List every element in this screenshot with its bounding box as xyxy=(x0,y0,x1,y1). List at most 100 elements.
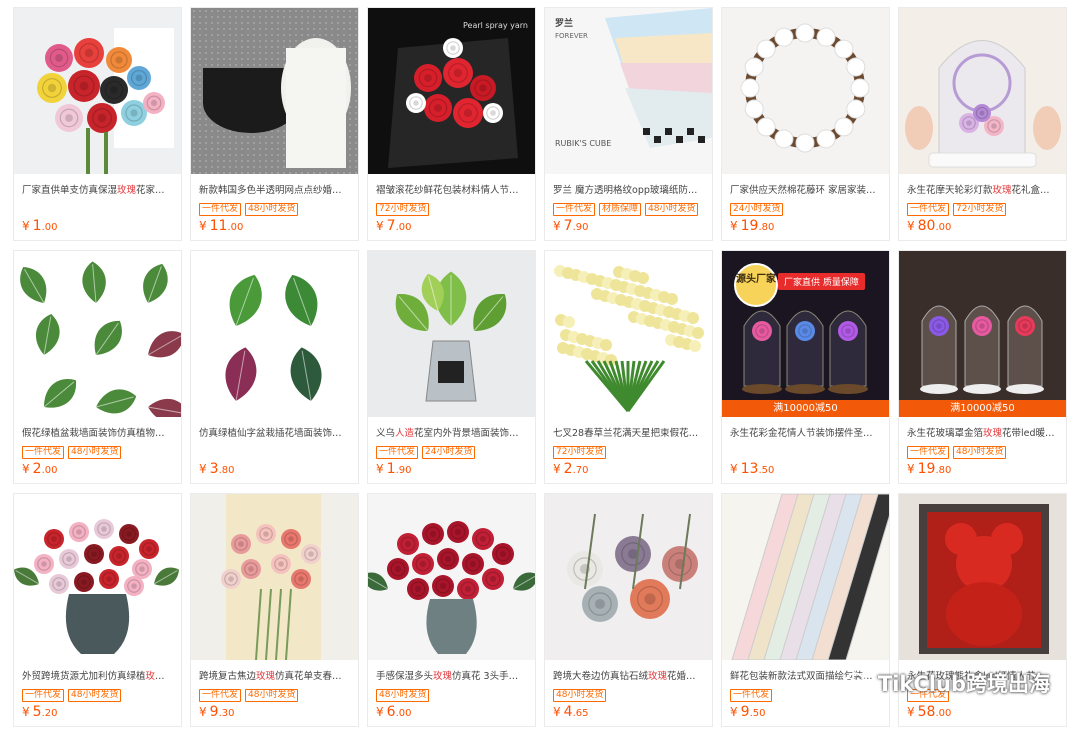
product-title[interactable]: 义乌人造花室内外背景墙面装饰植物... xyxy=(376,427,527,440)
currency-symbol: ¥ xyxy=(907,705,915,719)
product-title[interactable]: 新款韩国多色半透明网点点纱婚庆鲜... xyxy=(199,184,350,197)
product-image[interactable] xyxy=(191,494,358,660)
price-integer: 2 xyxy=(32,461,42,477)
product-price: ¥3.80 xyxy=(199,461,234,477)
product-title[interactable]: 永生花摩天轮彩灯款玫瑰花礼盒情人... xyxy=(907,184,1058,197)
product-title-segment: 假花绿植盆栽墙面装饰仿真植物叶子... xyxy=(22,428,173,439)
product-image[interactable]: Pearl spray yarn xyxy=(368,8,535,174)
product-title-segment: 七叉28春草兰花满天星把束假花花... xyxy=(553,428,704,439)
product-title[interactable]: 跨境复古焦边玫瑰仿真花单支春色系... xyxy=(199,670,350,683)
product-title[interactable]: 厂家直供单支仿真保湿玫瑰花家居装... xyxy=(22,184,173,197)
product-card[interactable]: 手感保湿多头玫瑰仿真花 3头手感玫...48小时发货¥6.00 xyxy=(367,493,536,727)
product-image[interactable] xyxy=(14,494,181,660)
product-title[interactable]: 褶皱滚花纱鲜花包装材料情人节韩式... xyxy=(376,184,527,197)
product-card[interactable]: 源头厂家 厂家直供 质量保障 满10000减50 永生花彩金花情人节装饰摆件圣诞节..… xyxy=(721,250,890,484)
product-title[interactable]: 永生花玻璃罩金箔玫瑰花带led暖灯... xyxy=(907,427,1058,440)
service-tag: 一件代发 xyxy=(907,446,950,459)
promo-banner: 满10000减50 xyxy=(722,400,889,417)
price-decimal: .65 xyxy=(572,708,589,719)
product-image[interactable] xyxy=(899,494,1066,660)
currency-symbol: ¥ xyxy=(199,462,207,476)
currency-symbol: ¥ xyxy=(730,219,738,233)
service-tag: 48小时发货 xyxy=(953,446,1007,459)
service-tag: 48小时发货 xyxy=(245,203,299,216)
price-decimal: .80 xyxy=(218,465,235,476)
product-title[interactable]: 跨境大卷边仿真钻石绒玫瑰花婚庆家... xyxy=(553,670,704,683)
service-tag: 48小时发货 xyxy=(68,689,122,702)
product-price: ¥9.50 xyxy=(730,704,765,720)
product-image[interactable] xyxy=(191,251,358,417)
service-tag: 一件代发 xyxy=(730,689,773,702)
product-card[interactable]: 外贸跨境货源尤加利仿真绿植玫瑰花...一件代发48小时发货¥5.20 xyxy=(13,493,182,727)
product-price: ¥58.00 xyxy=(907,704,951,720)
currency-symbol: ¥ xyxy=(22,705,30,719)
product-card[interactable]: 新款韩国多色半透明网点点纱婚庆鲜... 一件代发 48小时发货 ¥11.00 xyxy=(190,7,359,241)
product-price: ¥6.00 xyxy=(376,704,411,720)
price-integer: 4 xyxy=(563,704,573,720)
product-title-segment: 花... xyxy=(165,671,173,682)
service-tag: 48小时发货 xyxy=(68,446,122,459)
product-grid: 厂家直供单支仿真保湿玫瑰花家居装...¥1.00 新款韩国多色半透明网点点纱婚庆… xyxy=(13,7,1067,727)
product-card[interactable]: 厂家供应天然棉花藤环 家居家装艺... 24小时发货 ¥19.80 xyxy=(721,7,890,241)
service-tags: 72小时发货 xyxy=(553,446,704,460)
price-integer: 11 xyxy=(209,218,228,234)
product-title[interactable]: 假花绿植盆栽墙面装饰仿真植物叶子... xyxy=(22,427,173,440)
product-title-segment: 玫瑰 xyxy=(433,671,453,682)
currency-symbol: ¥ xyxy=(376,219,384,233)
product-price: ¥19.80 xyxy=(730,218,774,234)
product-title[interactable]: 永生花彩金花情人节装饰摆件圣诞节... xyxy=(730,427,881,440)
service-tag: 一件代发 xyxy=(199,203,242,216)
product-card[interactable]: 满10000减50 永生花玻璃罩金箔玫瑰花带led暖灯... 一件代发 48小时发货 ¥… xyxy=(898,250,1067,484)
product-image[interactable] xyxy=(722,8,889,174)
product-image[interactable] xyxy=(545,494,712,660)
product-image[interactable] xyxy=(368,251,535,417)
product-card[interactable]: 厂家直供单支仿真保湿玫瑰花家居装... ¥1.00 xyxy=(13,7,182,241)
watermark: TikClub跨境出海 xyxy=(844,668,1050,698)
product-image[interactable] xyxy=(899,8,1066,174)
product-title[interactable]: 厂家供应天然棉花藤环 家居家装艺... xyxy=(730,184,881,197)
service-tags xyxy=(199,446,350,460)
price-integer: 1 xyxy=(386,461,396,477)
product-card[interactable]: 义乌人造花室内外背景墙面装饰植物... 一件代发 24小时发货 ¥1.90 xyxy=(367,250,536,484)
product-title-segment: 跨境大卷边仿真钻石绒 xyxy=(553,671,649,682)
product-image[interactable] xyxy=(545,251,712,417)
product-title[interactable]: 七叉28春草兰花满天星把束假花花... xyxy=(553,427,704,440)
product-title[interactable]: 手感保湿多头玫瑰仿真花 3头手感玫... xyxy=(376,670,527,683)
product-image[interactable]: 源头厂家 厂家直供 质量保障 满10000减50 xyxy=(722,251,889,417)
price-integer: 7 xyxy=(386,218,396,234)
price-integer: 19 xyxy=(740,218,759,234)
product-image[interactable] xyxy=(191,8,358,174)
product-card[interactable]: 仿真绿植仙字盆栽插花墙面装饰叶子... ¥3.80 xyxy=(190,250,359,484)
product-title-segment: 永生花摩天轮彩灯款 xyxy=(907,185,993,196)
product-card[interactable]: 七叉28春草兰花满天星把束假花花... 72小时发货 ¥2.70 xyxy=(544,250,713,484)
service-tags: 72小时发货 xyxy=(376,203,527,217)
product-card[interactable]: 永生花摩天轮彩灯款玫瑰花礼盒情人...一件代发72小时发货¥80.00 xyxy=(898,7,1067,241)
product-image[interactable] xyxy=(14,8,181,174)
currency-symbol: ¥ xyxy=(22,219,30,233)
product-image[interactable]: 罗兰 FOREVER RUBIK'S CUBE xyxy=(545,8,712,174)
product-card[interactable]: 假花绿植盆栽墙面装饰仿真植物叶子... 一件代发 48小时发货 ¥2.00 xyxy=(13,250,182,484)
product-image[interactable] xyxy=(722,494,889,660)
service-tag: 一件代发 xyxy=(376,446,419,459)
currency-symbol: ¥ xyxy=(376,705,384,719)
price-decimal: .30 xyxy=(218,708,235,719)
product-card[interactable]: Pearl spray yarn 褶皱滚花纱鲜花包装材料情人节韩式... 72小时发… xyxy=(367,7,536,241)
product-title[interactable]: 外贸跨境货源尤加利仿真绿植玫瑰花... xyxy=(22,670,173,683)
product-image[interactable] xyxy=(14,251,181,417)
product-title-segment: 义乌 xyxy=(376,428,396,439)
product-card[interactable]: 跨境大卷边仿真钻石绒玫瑰花婚庆家... 48小时发货 ¥4.65 xyxy=(544,493,713,727)
product-title-segment: 玫瑰 xyxy=(145,671,165,682)
product-title-segment: 新款韩国多色半透明网点点纱婚庆鲜... xyxy=(199,185,350,196)
product-image[interactable] xyxy=(368,494,535,660)
product-title[interactable]: 罗兰 魔方透明格纹opp玻璃纸防水... xyxy=(553,184,704,197)
product-title[interactable]: 仿真绿植仙字盆栽插花墙面装饰叶子... xyxy=(199,427,350,440)
price-integer: 7 xyxy=(563,218,573,234)
product-card[interactable]: 罗兰 FOREVER RUBIK'S CUBE 罗兰 魔方透明格纹opp玻璃纸防… xyxy=(544,7,713,241)
service-tag: 一件代发 xyxy=(907,203,950,216)
price-integer: 9 xyxy=(740,704,750,720)
product-title-segment: 永生花玻璃罩金箔 xyxy=(907,428,984,439)
product-title-segment: 玫瑰 xyxy=(983,428,1003,439)
product-card[interactable]: 跨境复古焦边玫瑰仿真花单支春色系...一件代发48小时发货¥9.30 xyxy=(190,493,359,727)
product-price: ¥13.50 xyxy=(730,461,774,477)
product-image[interactable]: 满10000减50 xyxy=(899,251,1066,417)
